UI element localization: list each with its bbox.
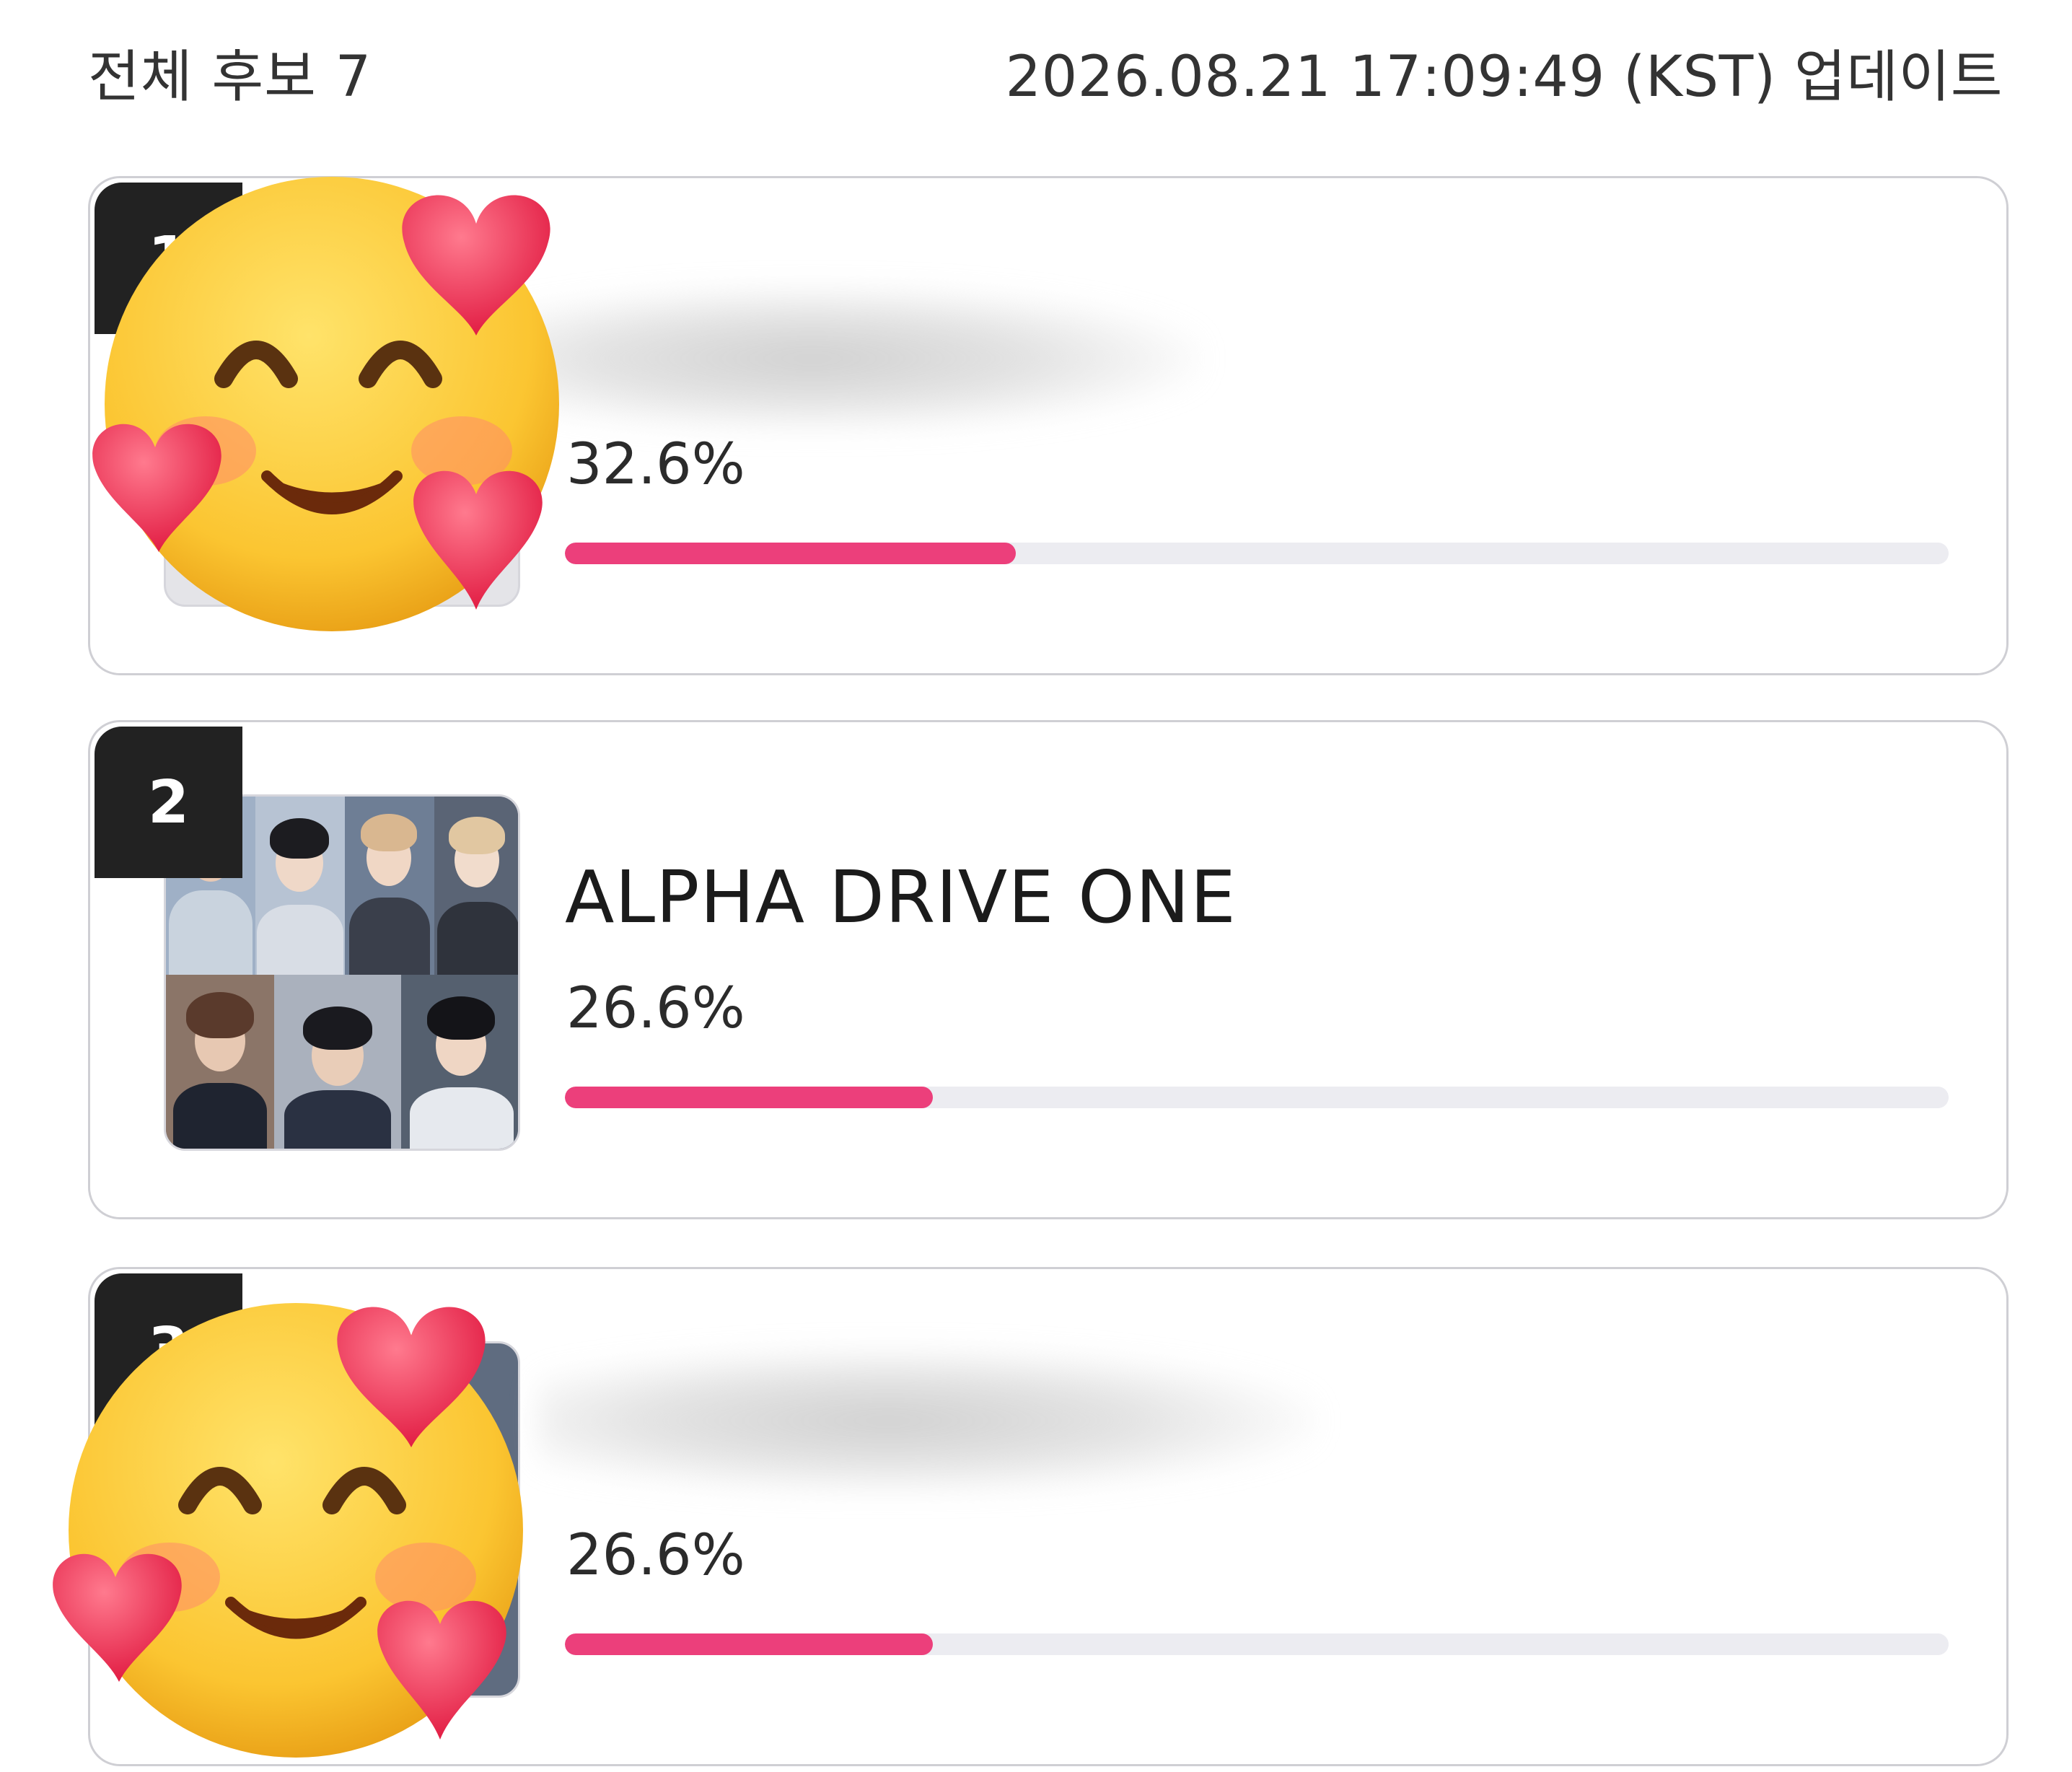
candidate-card-2[interactable]: 2 ALPHA DRIVE ONE 26.6% xyxy=(88,720,2009,1219)
vote-progress-bar xyxy=(565,1633,1949,1655)
vote-progress-fill xyxy=(565,1633,934,1655)
obscured-candidate-name xyxy=(537,1348,1317,1493)
total-candidates-label: 전체 후보 7 xyxy=(88,45,372,110)
vote-percentage: 26.6% xyxy=(566,1523,745,1588)
vote-progress-bar xyxy=(565,1087,1949,1108)
smiling-face-with-hearts-icon xyxy=(53,1303,523,1758)
vote-progress-bar xyxy=(565,543,1949,564)
smiling-face-with-hearts-icon xyxy=(92,177,559,631)
vote-header: 전체 후보 7 2026.08.21 17:09:49 (KST) 업데이트 xyxy=(0,0,2072,144)
vote-percentage: 32.6% xyxy=(566,432,745,497)
obscured-candidate-name xyxy=(494,286,1201,431)
candidate-name: ALPHA DRIVE ONE xyxy=(565,855,1237,939)
vote-percentage: 26.6% xyxy=(566,976,745,1041)
update-timestamp: 2026.08.21 17:09:49 (KST) 업데이트 xyxy=(1005,45,2003,110)
vote-progress-fill xyxy=(565,1087,934,1108)
vote-progress-fill xyxy=(565,543,1017,564)
rank-badge: 2 xyxy=(95,727,242,878)
